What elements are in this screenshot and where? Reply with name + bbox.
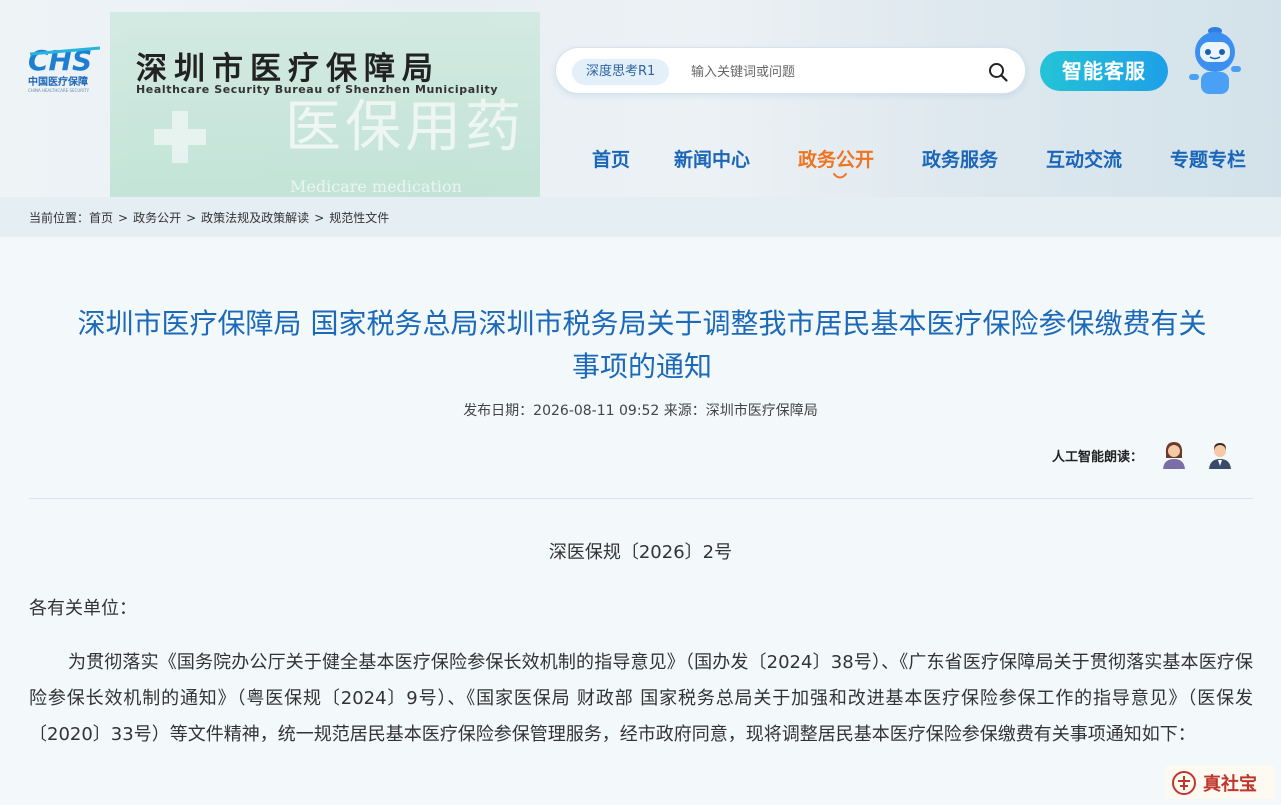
logo-caption-en: CHINA HEALTHCARE SECURITY [28,88,90,93]
breadcrumb-separator: > [314,211,325,225]
male-voice-icon[interactable] [1207,440,1233,470]
document-number: 深医保规〔2026〕2号 [548,542,733,563]
smart-service-button[interactable]: 智能客服 [1040,51,1168,91]
divider [29,498,1253,499]
ai-reader-label: 人工智能朗读： [1052,449,1144,465]
article-meta: 发布日期：2026-08-11 09:52 来源：深圳市医疗保障局 [463,403,818,419]
search-box: 深度思考R1 [555,47,1026,94]
article-title: 深圳市医疗保障局 国家税务总局深圳市税务局关于调整我市居民基本医疗保险参保缴费有… [30,302,1254,388]
salutation: 各有关单位： [29,598,137,619]
article-paragraph: 为贯彻落实《国务院办公厅关于健全基本医疗保险参保长效机制的指导意见》（国办发〔2… [29,652,1253,745]
breadcrumb-separator: > [118,211,129,225]
org-name[interactable]: 深圳市医疗保障局 [136,43,440,88]
breadcrumb-separator: > [186,211,197,225]
robot-mascot-icon[interactable] [1184,22,1246,98]
site-watermark: 真社宝 [1165,766,1275,799]
watermark-logo-icon [1172,770,1196,795]
logo-caption: 中国医疗保障 [28,77,88,88]
search-input[interactable] [691,60,971,84]
nav-item-home[interactable]: 首页 [592,145,630,172]
article-title-line-1: 深圳市医疗保障局 国家税务总局深圳市税务局关于调整我市居民基本医疗保险参保缴费有… [77,307,1207,340]
org-name-en: Healthcare Security Bureau of Shenzhen M… [136,83,499,96]
article-title-line-2: 事项的通知 [571,350,712,383]
breadcrumb-gov-affairs[interactable]: 政务公开 [133,211,181,225]
hero-subtext: Medicare medication [290,177,462,196]
chevron-down-icon [833,173,847,179]
nav-item-gov-services[interactable]: 政务服务 [922,145,998,172]
breadcrumb-home[interactable]: 首页 [89,211,113,225]
breadcrumb-bar: 当前位置：首页 > 政务公开 > 政策法规及政策解读 > 规范性文件 [0,197,1281,237]
breadcrumb-normative-docs[interactable]: 规范性文件 [329,211,389,225]
breadcrumb-policy[interactable]: 政策法规及政策解读 [201,211,309,225]
nav-item-gov-affairs[interactable]: 政务公开 [798,145,874,172]
nav-item-interaction[interactable]: 互动交流 [1046,145,1122,172]
ai-reader: 人工智能朗读： [1052,438,1233,472]
nav-item-topics[interactable]: 专题专栏 [1170,145,1246,172]
search-icon[interactable] [987,61,1009,83]
nav-item-news[interactable]: 新闻中心 [674,145,750,172]
watermark-text: 真社宝 [1203,773,1257,795]
search-mode-chip[interactable]: 深度思考R1 [572,59,670,85]
breadcrumb: 当前位置：首页 > 政务公开 > 政策法规及政策解读 > 规范性文件 [29,209,389,226]
breadcrumb-prefix: 当前位置： [29,211,90,225]
main-nav: 首页 新闻中心 政务公开 政务服务 互动交流 专题专栏 [0,145,1281,175]
site-header: 医保用药 Medicare medication CHS 中国医疗保障 CHIN… [0,0,1281,197]
female-voice-icon[interactable] [1161,440,1187,470]
